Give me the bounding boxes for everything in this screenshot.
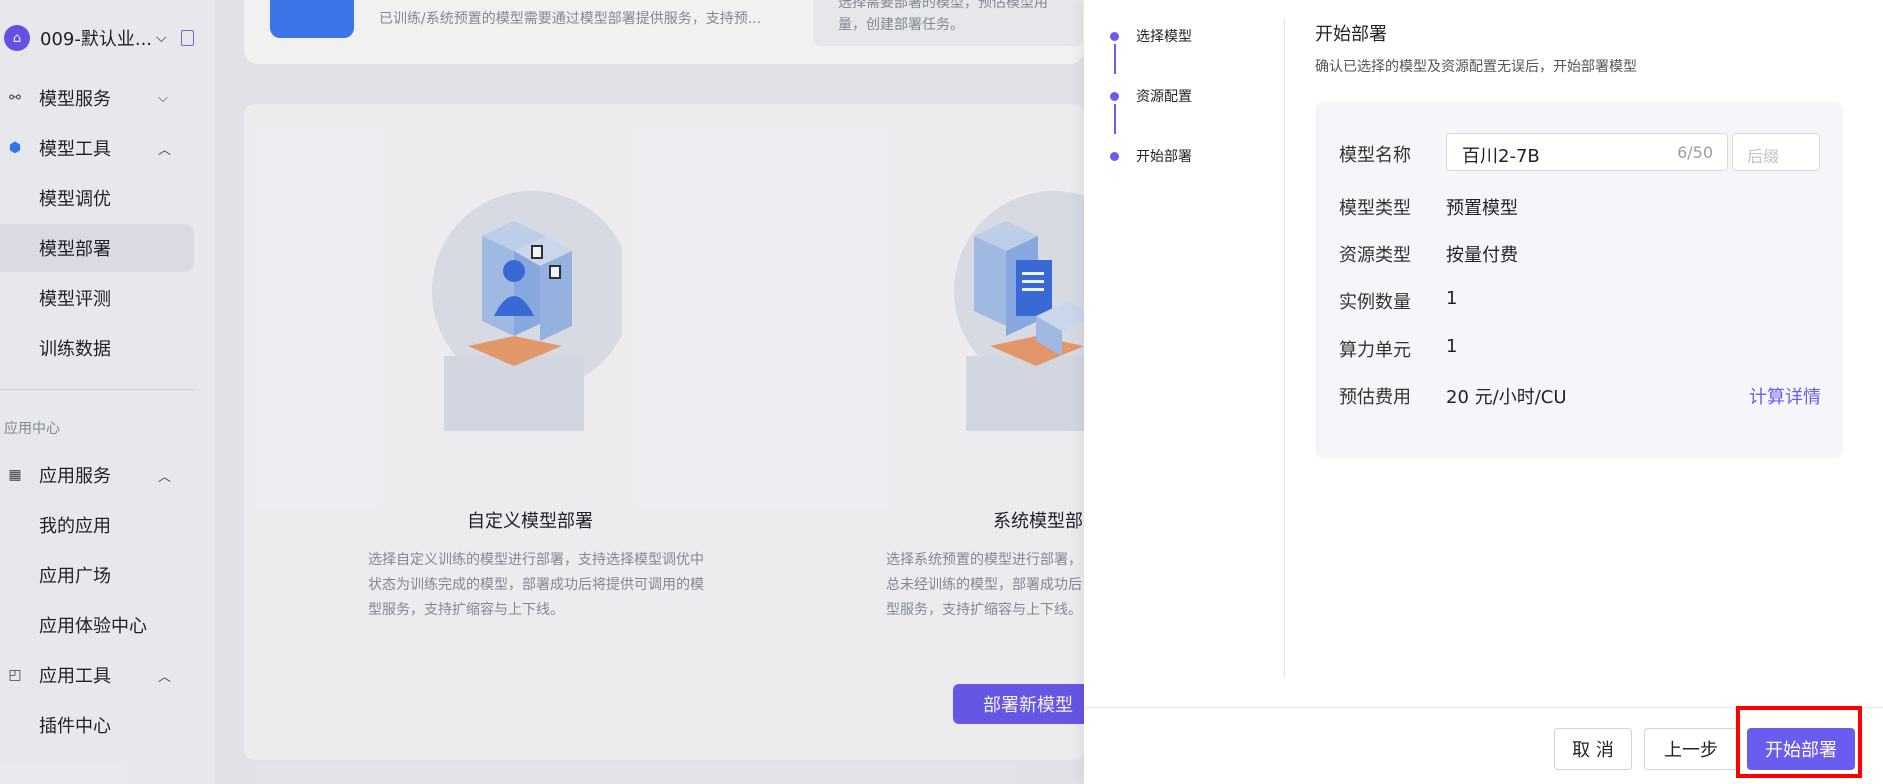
highlight-box <box>1736 706 1862 778</box>
sidebar-item-label: 应用服务 <box>39 466 111 487</box>
step-connector <box>1114 44 1116 74</box>
sidebar-item-label: 模型调优 <box>39 189 111 210</box>
instance-count-label: 实例数量 <box>1339 292 1411 313</box>
cancel-button[interactable]: 取 消 <box>1554 728 1632 770</box>
document-icon[interactable] <box>180 30 194 46</box>
app-root: ⌂ 009-默认业... ⌵ ⚯ 模型服务 ⌵ ⬢ 模型工具 ︿ 模型调优 模型… <box>0 0 1883 784</box>
custom-model-illustration <box>432 191 622 431</box>
step-label: 开始部署 <box>1136 149 1192 165</box>
drawer-title: 开始部署 <box>1315 24 1387 45</box>
system-deploy-desc: 选择系统预置的模型进行部署，总未经训练的模型，部署成功后型服务，支持扩缩容与上下… <box>886 552 1082 618</box>
chevron-up-icon[interactable]: ︿ <box>158 139 171 158</box>
model-name-value: 百川2-7B <box>1462 146 1540 167</box>
sidebar-item-app-tools[interactable]: ◰ 应用工具 ︿ <box>0 651 194 699</box>
resource-type-label: 资源类型 <box>1339 245 1411 266</box>
instance-count-value: 1 <box>1446 288 1458 309</box>
sidebar-item-label: 模型部署 <box>39 239 111 260</box>
deploy-drawer: 选择模型 资源配置 开始部署 开始部署 确认已选择的模型及资源配置无误后，开始部… <box>1084 0 1883 784</box>
intro-text: 已训练/系统预置的模型需要通过模型部署提供服务，支持预... <box>379 11 762 27</box>
sidebar-item-app-service[interactable]: ▦ 应用服务 ︿ <box>0 451 194 499</box>
sidebar-item-label: 模型工具 <box>39 139 111 160</box>
drawer-subtitle: 确认已选择的模型及资源配置无误后，开始部署模型 <box>1315 59 1637 75</box>
sidebar-item-label: 应用广场 <box>39 566 111 587</box>
sidebar: ⌂ 009-默认业... ⌵ ⚯ 模型服务 ⌵ ⬢ 模型工具 ︿ 模型调优 模型… <box>0 0 214 784</box>
model-name-input[interactable]: 百川2-7B 6/50 <box>1446 133 1728 171</box>
sidebar-item-model-eval[interactable]: 模型评测 <box>0 274 194 322</box>
sidebar-item-label: 应用工具 <box>39 666 111 687</box>
sidebar-item-model-deploy[interactable]: 模型部署 <box>0 224 194 272</box>
custom-deploy-title: 自定义模型部署 <box>467 511 593 532</box>
grid-icon: ▦ <box>8 467 22 483</box>
step-start-deploy[interactable]: 开始部署 <box>1110 146 1192 166</box>
step-label: 选择模型 <box>1136 29 1192 45</box>
compute-unit-value: 1 <box>1446 336 1458 357</box>
calc-detail-link[interactable]: 计算详情 <box>1749 383 1821 409</box>
chevron-up-icon[interactable]: ︿ <box>158 466 171 485</box>
model-type-label: 模型类型 <box>1339 198 1411 219</box>
sidebar-item-plugin-center[interactable]: 插件中心 <box>0 701 194 749</box>
sidebar-divider <box>0 389 194 390</box>
step-connector <box>1114 104 1116 134</box>
previous-step-button[interactable]: 上一步 <box>1644 728 1738 770</box>
step-resource-config[interactable]: 资源配置 <box>1110 86 1192 106</box>
section-title: 应用中心 <box>4 421 60 437</box>
compute-unit-label: 算力单元 <box>1339 340 1411 361</box>
sidebar-item-label: 插件中心 <box>39 716 111 737</box>
sidebar-item-label: 应用体验中心 <box>39 616 147 637</box>
sidebar-item-label: 我的应用 <box>39 516 111 537</box>
chevron-down-icon[interactable]: ⌵ <box>158 91 168 106</box>
system-deploy-title: 系统模型部 <box>993 511 1083 532</box>
suffix-placeholder: 后缀 <box>1747 147 1780 166</box>
model-name-char-count: 6/50 <box>1677 143 1713 162</box>
sidebar-item-app-experience[interactable]: 应用体验中心 <box>0 601 194 649</box>
step-dot-icon <box>1110 151 1119 161</box>
intro-step-text: 选择需要部署的模型，预估模型用量，创建部署任务。 <box>838 0 1048 33</box>
sidebar-item-label: 训练数据 <box>39 339 111 360</box>
chevron-up-icon[interactable]: ︿ <box>158 666 171 685</box>
resource-type-value: 按量付费 <box>1446 245 1518 266</box>
chevron-down-icon[interactable]: ⌵ <box>156 30 167 46</box>
step-dot-icon <box>1110 31 1119 41</box>
workspace-name: 009-默认业... <box>40 29 153 50</box>
sidebar-item-model-tuning[interactable]: 模型调优 <box>0 174 194 222</box>
sidebar-item-app-square[interactable]: 应用广场 <box>0 551 194 599</box>
estimated-cost-label: 预估费用 <box>1339 387 1411 408</box>
workspace-switcher[interactable]: ⌂ 009-默认业... ⌵ <box>4 22 194 54</box>
app-tools-icon: ◰ <box>8 667 22 683</box>
sidebar-item-model-tools[interactable]: ⬢ 模型工具 ︿ <box>0 124 194 172</box>
sidebar-item-training-data[interactable]: 训练数据 <box>0 324 194 372</box>
step-label: 资源配置 <box>1136 89 1192 105</box>
suffix-input[interactable]: 后缀 <box>1732 133 1820 171</box>
sidebar-item-my-apps[interactable]: 我的应用 <box>0 501 194 549</box>
workspace-home-icon: ⌂ <box>4 25 30 51</box>
sidebar-item-label: 模型评测 <box>39 289 111 310</box>
estimated-cost-value: 20 元/小时/CU <box>1446 387 1567 408</box>
model-name-label: 模型名称 <box>1339 145 1411 166</box>
drawer-divider <box>1284 18 1285 678</box>
custom-deploy-desc: 选择自定义训练的模型进行部署，支持选择模型调优中状态为训练完成的模型，部署成功后… <box>368 552 704 618</box>
model-tools-icon: ⬢ <box>8 140 22 156</box>
model-type-value: 预置模型 <box>1446 198 1518 219</box>
sidebar-item-label: 模型服务 <box>39 89 111 110</box>
intro-logo <box>270 0 354 38</box>
model-service-icon: ⚯ <box>9 90 21 106</box>
sidebar-item-model-service[interactable]: ⚯ 模型服务 ⌵ <box>0 74 194 122</box>
step-select-model[interactable]: 选择模型 <box>1110 26 1192 46</box>
deploy-new-model-button[interactable]: 部署新模型 <box>953 684 1103 724</box>
step-dot-icon <box>1110 91 1119 101</box>
